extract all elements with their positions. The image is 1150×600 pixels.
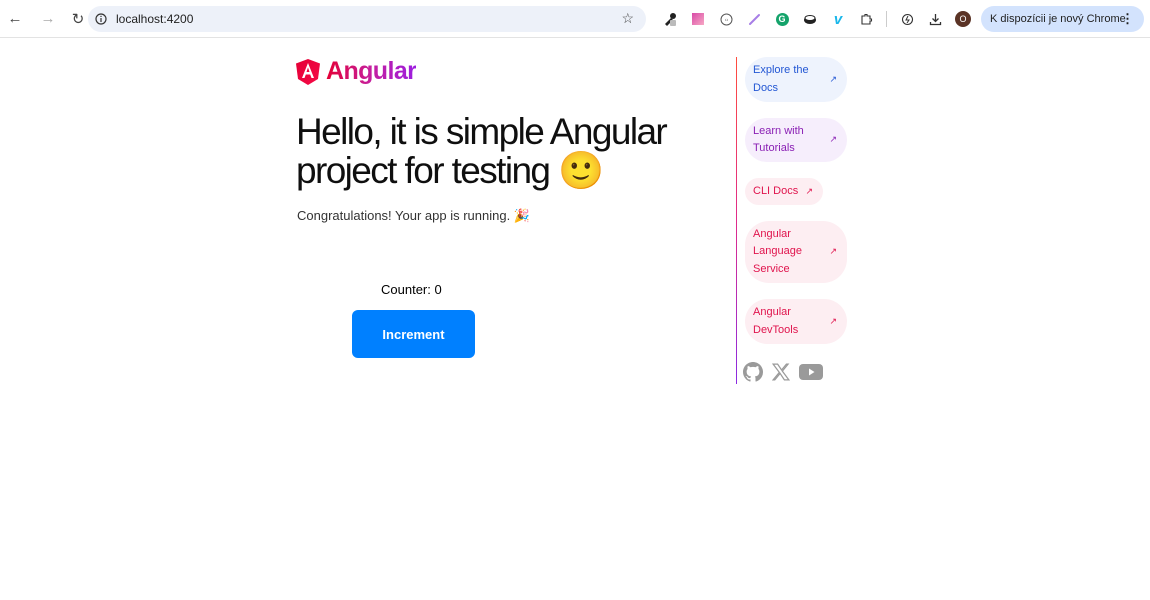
profile-avatar[interactable]: O [949,7,977,31]
download-icon[interactable] [921,7,949,31]
address-bar[interactable]: localhost:4200 ☆ [88,6,646,32]
cli-docs-link[interactable]: CLI Docs ↗ [745,178,823,205]
svg-text:‹›: ‹› [724,17,728,23]
tutorials-link[interactable]: Learn with Tutorials ↗ [745,118,847,162]
update-label: K dispozícii je nový Chrome [990,13,1126,25]
social-links [743,362,823,382]
vimeo-extension-icon[interactable]: v [824,7,852,31]
github-icon[interactable] [743,362,763,382]
external-link-icon: ↗ [829,134,837,145]
eyedropper-extension-icon[interactable] [656,7,684,31]
forward-button[interactable]: → [33,4,63,34]
link-label: Angular Language Service [753,227,802,275]
running-message: Congratulations! Your app is running. 🎉 [297,208,531,223]
gradient-extension-icon[interactable] [684,7,712,31]
extensions-row: ‹› G v O [656,7,977,31]
counter-value: Counter: 0 [381,282,442,297]
link-label: Learn with Tutorials [753,124,804,155]
performance-icon[interactable] [893,7,921,31]
extensions-puzzle-icon[interactable] [852,7,880,31]
angular-logo: Angular [296,57,417,86]
bookmark-star-icon[interactable]: ☆ [621,10,634,27]
external-link-icon: ↗ [829,315,837,326]
link-label: Explore the Docs [753,64,809,94]
back-button[interactable]: ← [0,4,30,34]
logo-text: Angular [326,57,417,85]
toolbar-separator [886,11,887,27]
chrome-update-button[interactable]: K dispozícii je nový Chrome ⋮ [981,6,1144,32]
site-info-icon[interactable] [88,13,114,25]
disc-extension-icon[interactable] [796,7,824,31]
vertical-divider [736,57,737,384]
more-menu-icon[interactable]: ⋮ [1121,11,1134,27]
language-service-link[interactable]: Angular Language Service ↗ [745,221,847,283]
external-link-icon: ↗ [805,185,813,196]
link-label: Angular DevTools [753,306,799,336]
url-text: localhost:4200 [116,12,194,26]
external-link-icon: ↗ [829,73,837,84]
browser-toolbar: ← → ↻ localhost:4200 ☆ ‹› G v O K dispoz… [0,0,1150,38]
angular-shield-icon [296,58,320,85]
youtube-icon[interactable] [799,363,823,381]
explore-docs-link[interactable]: Explore the Docs ↗ [745,57,847,102]
app-page: Angular Hello, it is simple Angular proj… [0,39,1150,600]
devtools-link[interactable]: Angular DevTools ↗ [745,299,847,344]
pen-extension-icon[interactable] [740,7,768,31]
grammarly-extension-icon[interactable]: G [768,7,796,31]
x-twitter-icon[interactable] [772,363,790,381]
page-title: Hello, it is simple Angular project for … [296,111,668,191]
code-extension-icon[interactable]: ‹› [712,7,740,31]
increment-button[interactable]: Increment [352,310,475,358]
external-link-icon: ↗ [829,246,837,257]
link-label: CLI Docs [753,184,799,197]
